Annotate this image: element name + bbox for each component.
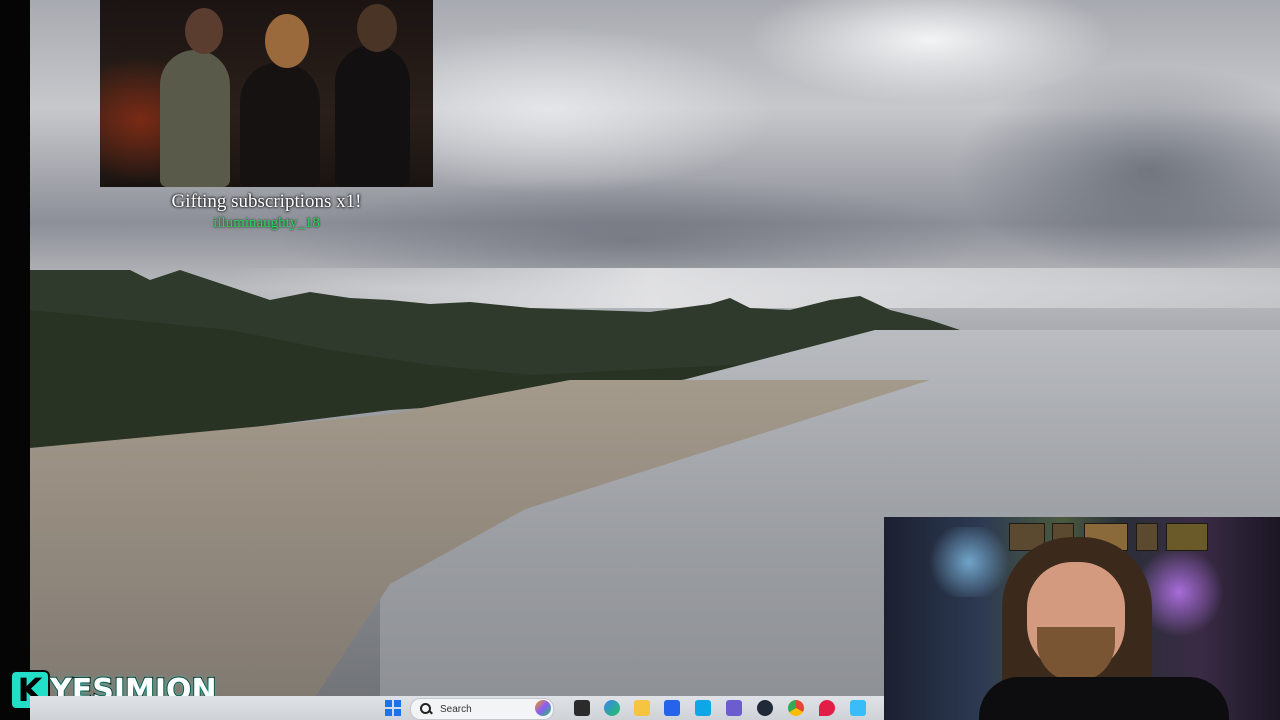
maps-icon[interactable] xyxy=(819,700,835,716)
clip-person-center xyxy=(240,62,320,187)
clip-person-right xyxy=(335,45,410,187)
copilot-icon[interactable] xyxy=(535,700,551,716)
streamer-webcam xyxy=(884,517,1280,720)
alert-video-clip xyxy=(100,0,433,187)
teams-icon[interactable] xyxy=(726,700,742,716)
store-icon[interactable] xyxy=(664,700,680,716)
clip-person-left-head xyxy=(185,8,223,54)
wall-poster xyxy=(1136,523,1158,551)
task-view-icon[interactable] xyxy=(574,700,590,716)
windows-taskbar: Search xyxy=(30,696,884,720)
obs-icon[interactable] xyxy=(757,700,773,716)
chrome-icon[interactable] xyxy=(788,700,804,716)
search-icon xyxy=(419,702,433,716)
windows-start-icon[interactable] xyxy=(385,700,401,716)
webcam-blue-light xyxy=(924,527,1014,597)
alert-title: Gifting subscriptions x1! xyxy=(171,191,362,212)
clip-person-center-head xyxy=(265,14,309,68)
clip-person-left xyxy=(160,50,230,187)
streamer-shirt xyxy=(979,677,1229,720)
taskbar-search-box[interactable]: Search xyxy=(410,698,554,720)
notepad-icon[interactable] xyxy=(850,700,866,716)
wall-poster xyxy=(1166,523,1208,551)
left-black-bar xyxy=(0,0,30,720)
taskbar-search-label: Search xyxy=(440,703,472,715)
edge-icon[interactable] xyxy=(604,700,620,716)
file-explorer-icon[interactable] xyxy=(634,700,650,716)
alert-username: illuminaughty_18 xyxy=(213,215,320,231)
clip-person-right-head xyxy=(357,4,397,52)
mail-icon[interactable] xyxy=(695,700,711,716)
